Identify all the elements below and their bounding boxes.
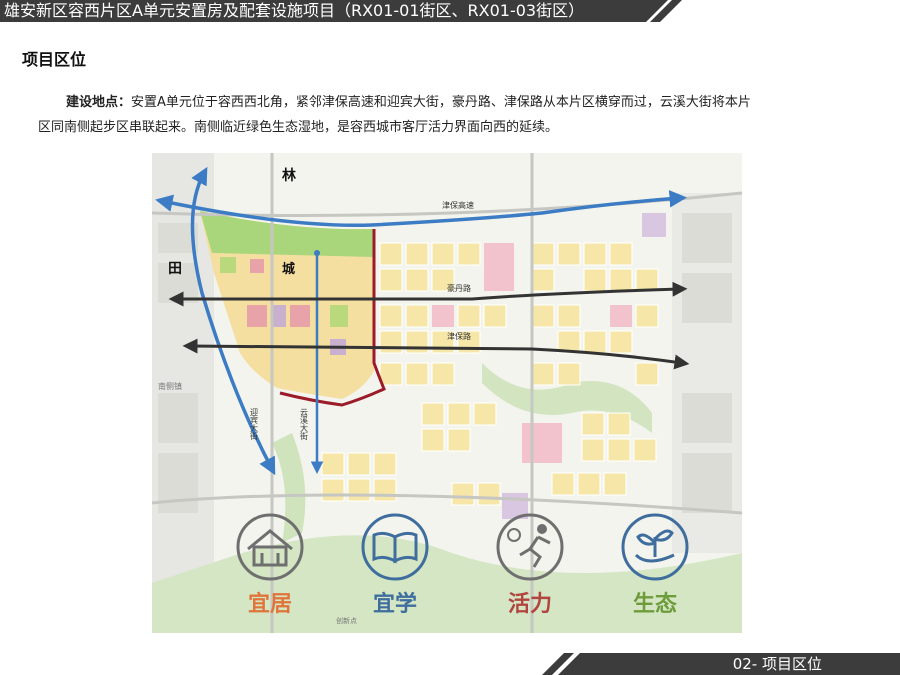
map-label-haodan-road: 豪丹路 — [447, 283, 471, 293]
feature-label-livable: 宜居 — [248, 591, 292, 617]
map-char-lin: 林 — [282, 167, 296, 184]
description-label: 建设地点： — [66, 95, 132, 110]
map-char-cheng: 城 — [282, 261, 295, 277]
footer-page-label: 02- 项目区位 — [732, 655, 822, 673]
map-label-jinbao-road: 津保路 — [447, 331, 471, 341]
section-title: 项目区位 — [22, 50, 87, 69]
feature-label-vitality: 活力 — [508, 592, 552, 617]
location-map: 林 田 城 津保高速 豪丹路 津保路 南侧镇 创新点 迎宾大街 云溪大街 宜居 … — [152, 153, 742, 633]
description-line1: 安置A单元位于容西西北角，紧邻津保高速和迎宾大街，豪丹路、津保路从本片区横穿而过… — [131, 95, 751, 110]
map-label-yunxi: 云溪大街 — [300, 408, 309, 441]
map-label-yingbin: 迎宾大街 — [250, 407, 259, 441]
location-description: 建设地点：安置A单元位于容西西北角，紧邻津保高速和迎宾大街，豪丹路、津保路从本片… — [38, 90, 838, 140]
map-label-place: 南侧镇 — [158, 381, 182, 391]
feature-label-study: 宜学 — [373, 591, 417, 617]
header-bar: 雄安新区容西片区A单元安置房及配套设施项目（RX01-01街区、RX01-03街… — [0, 0, 900, 22]
feature-label-ecology: 生态 — [633, 591, 677, 617]
map-char-tian: 田 — [168, 261, 182, 277]
map-label-jinbao-highway: 津保高速 — [442, 200, 474, 210]
description-line2: 区同南侧起步区串联起来。南侧临近绿色生态湿地，是容西城市客厅活力界面向西的延续。 — [38, 120, 559, 135]
map-label-small: 创新点 — [336, 616, 357, 625]
header-title: 雄安新区容西片区A单元安置房及配套设施项目（RX01-01街区、RX01-03街… — [4, 1, 585, 20]
